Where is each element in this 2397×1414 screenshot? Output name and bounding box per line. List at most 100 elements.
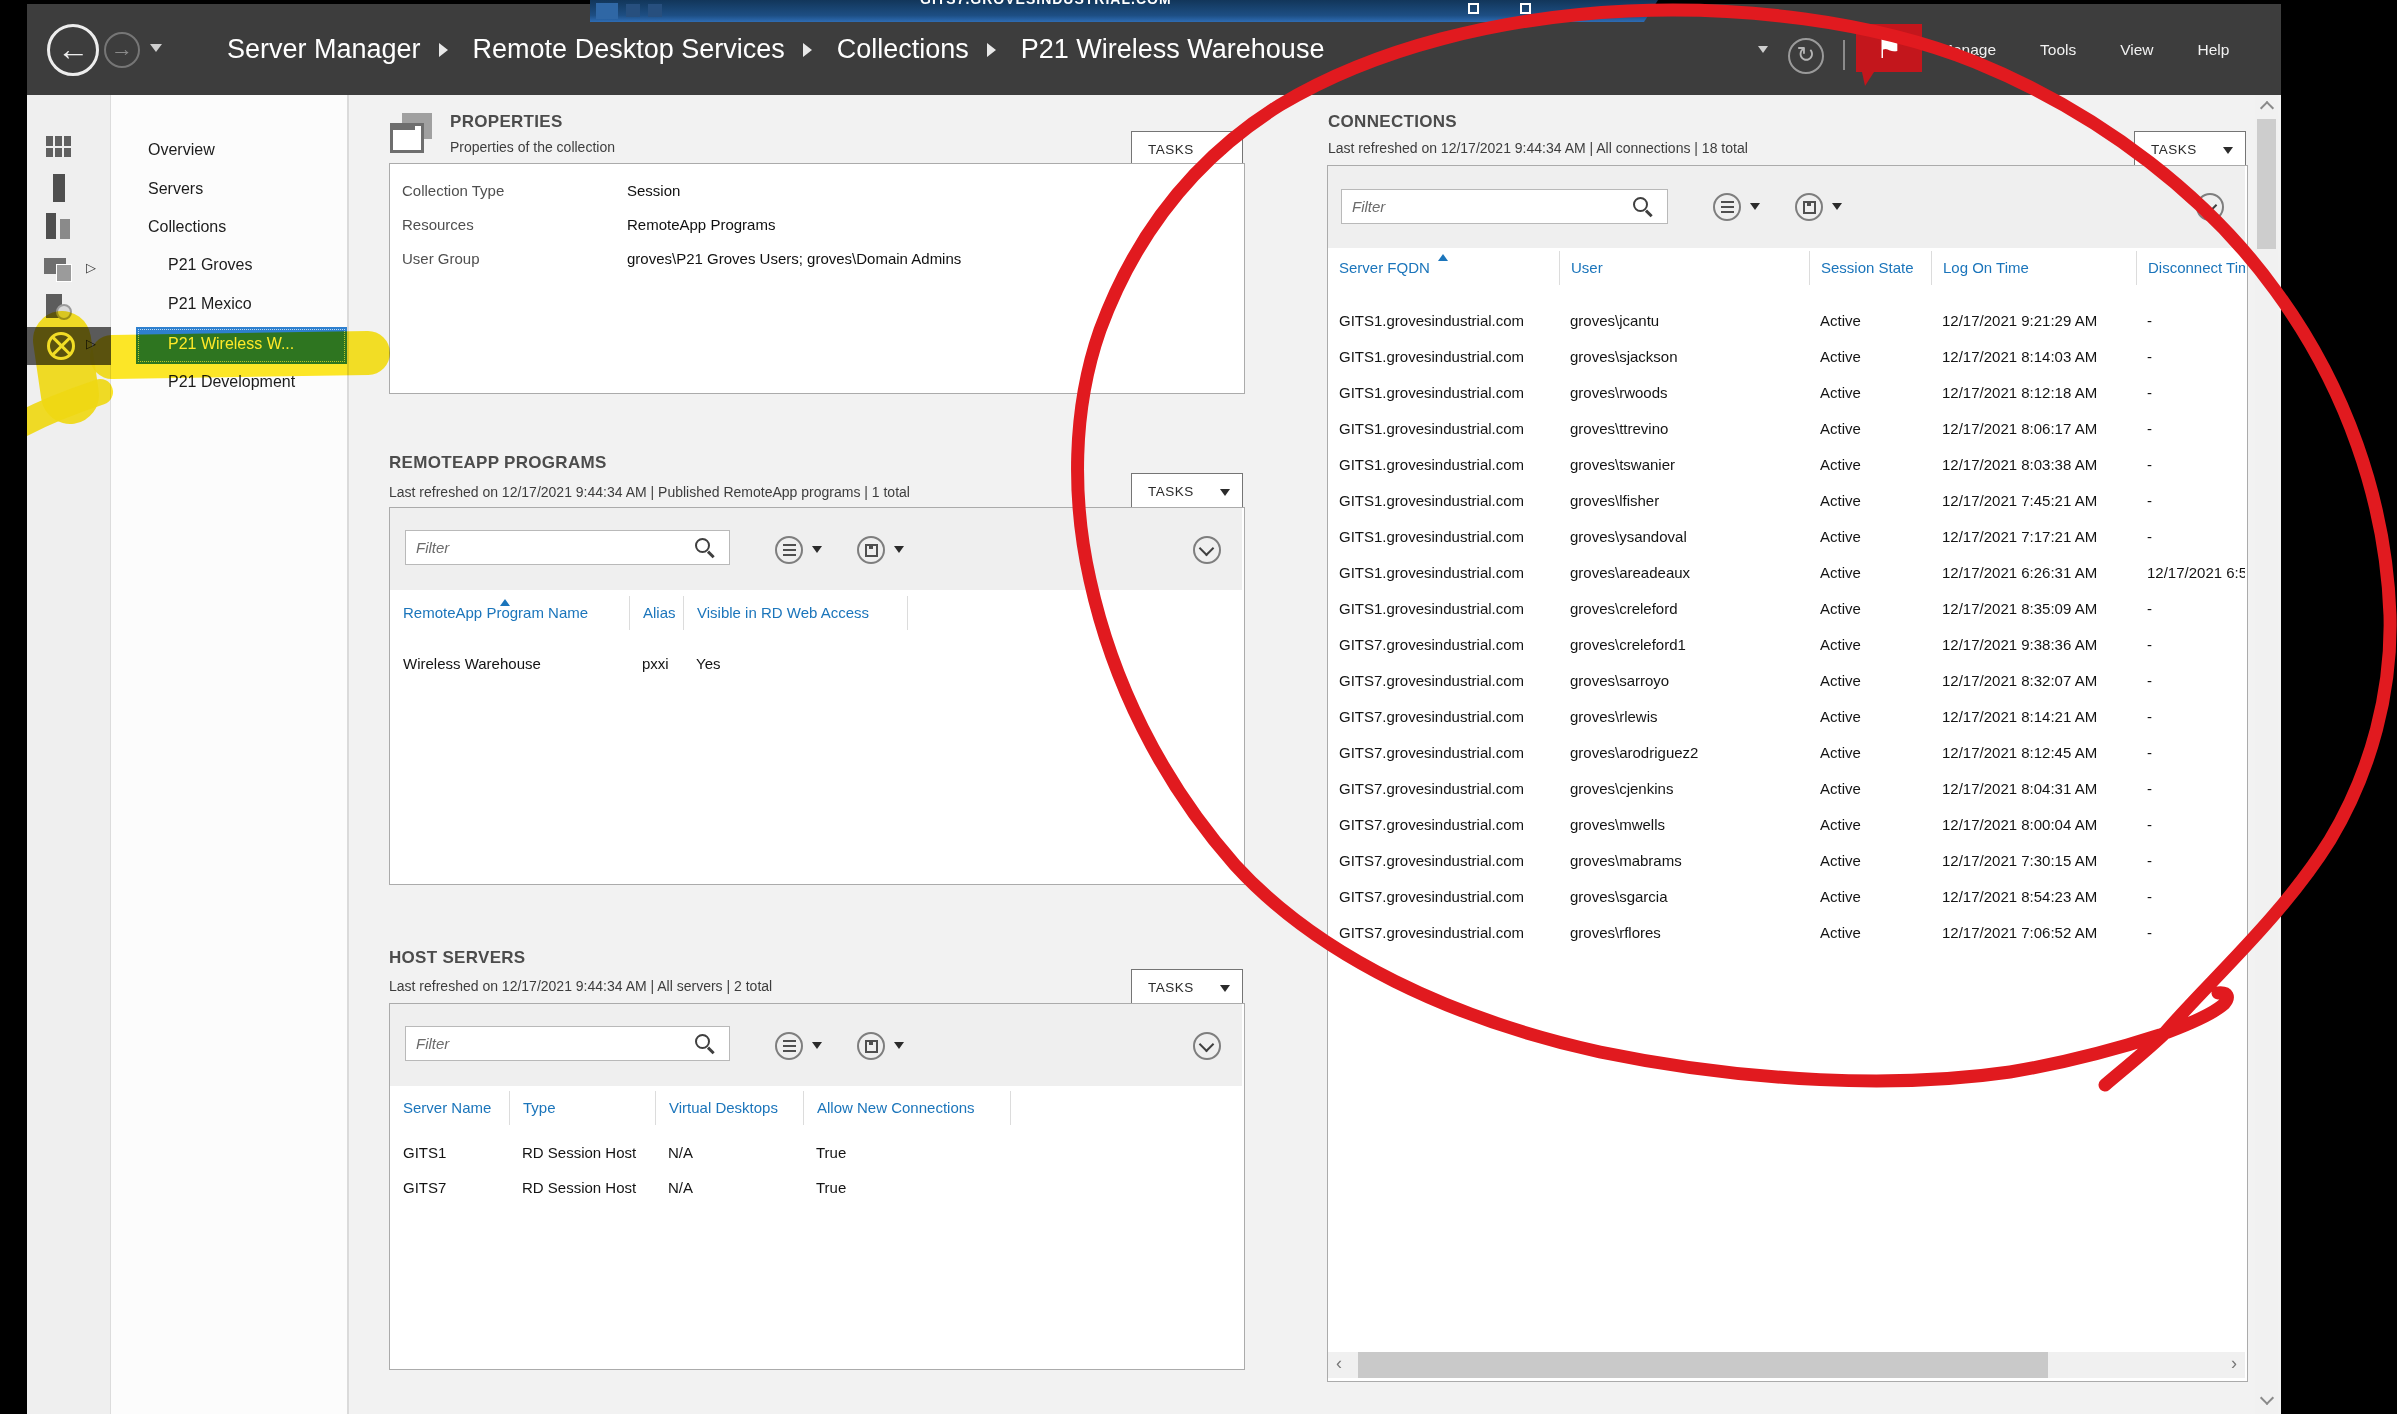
remoteapp-collapse-button[interactable] <box>1193 536 1221 564</box>
list-view-caret-icon[interactable] <box>812 1042 822 1054</box>
column-header[interactable]: Server Name <box>390 1091 509 1125</box>
restore-icon[interactable] <box>1468 3 1479 14</box>
export-caret-icon[interactable] <box>894 546 904 558</box>
cell-logon-time: 12/17/2021 8:00:04 AM <box>1931 816 2136 833</box>
hosts-collapse-button[interactable] <box>1193 1032 1221 1060</box>
table-row[interactable]: GITS1 RD Session Host N/A True <box>390 1135 1242 1170</box>
scroll-left-arrow-icon[interactable]: ‹ <box>1336 1353 1342 1374</box>
connections-hscrollbar[interactable]: ‹ › <box>1328 1352 2245 1378</box>
table-row[interactable]: GITS7.grovesindustrial.com groves\crelef… <box>1328 626 2245 662</box>
connections-filter-input[interactable] <box>1341 189 1668 224</box>
hosts-filter-input[interactable] <box>405 1026 730 1061</box>
breadcrumb-item[interactable]: Remote Desktop Services <box>473 34 785 65</box>
table-row[interactable]: GITS7.grovesindustrial.com groves\mwells… <box>1328 806 2245 842</box>
forward-button[interactable]: → <box>104 32 140 68</box>
table-row[interactable]: GITS1.grovesindustrial.com groves\rwoods… <box>1328 374 2245 410</box>
back-button[interactable]: ← <box>47 24 99 76</box>
column-header[interactable]: User <box>1559 251 1809 285</box>
remoteapp-export-button[interactable] <box>857 536 885 564</box>
scroll-right-arrow-icon[interactable]: › <box>2231 1353 2237 1374</box>
column-header[interactable]: Log On Time <box>1931 251 2136 285</box>
cell-user: groves\areadeaux <box>1559 564 1809 581</box>
table-row[interactable]: GITS7.grovesindustrial.com groves\sgarci… <box>1328 878 2245 914</box>
expander-icon[interactable]: ▷ <box>86 260 96 275</box>
connections-export-button[interactable] <box>1795 193 1823 221</box>
table-row[interactable]: GITS1.grovesindustrial.com groves\areade… <box>1328 554 2245 590</box>
column-header[interactable]: Alias <box>629 596 683 630</box>
hosts-tasks-button[interactable]: TASKS <box>1131 969 1243 1006</box>
table-row[interactable]: GITS7.grovesindustrial.com groves\mabram… <box>1328 842 2245 878</box>
tasks-caret-icon <box>1220 985 1230 997</box>
scroll-up-arrow-icon[interactable] <box>2260 101 2274 115</box>
column-header[interactable]: Visible in RD Web Access <box>683 596 907 630</box>
sidebar-item-overview[interactable]: Overview <box>148 141 215 159</box>
nav-dropdown-caret-icon[interactable] <box>150 44 162 58</box>
column-header[interactable]: Type <box>509 1091 655 1125</box>
connections-tasks-button[interactable]: TASKS <box>2134 131 2246 168</box>
cell-server-fqdn: GITS7.grovesindustrial.com <box>1328 888 1559 905</box>
column-header[interactable]: Virtual Desktops <box>655 1091 803 1125</box>
list-view-caret-icon[interactable] <box>812 546 822 558</box>
table-row[interactable]: GITS7.grovesindustrial.com groves\rlewis… <box>1328 698 2245 734</box>
table-row[interactable]: GITS1.grovesindustrial.com groves\lfishe… <box>1328 482 2245 518</box>
column-header[interactable]: Session State <box>1809 251 1931 285</box>
refresh-button[interactable]: ↻ <box>1788 38 1824 74</box>
table-row[interactable]: GITS7.grovesindustrial.com groves\arodri… <box>1328 734 2245 770</box>
sidebar-item-servers[interactable]: Servers <box>148 180 203 198</box>
table-row[interactable]: GITS1.grovesindustrial.com groves\sjacks… <box>1328 338 2245 374</box>
connections-list-view-button[interactable] <box>1713 193 1741 221</box>
table-row[interactable]: Wireless Warehouse pxxi Yes <box>390 645 1242 681</box>
remoteapp-filter-input[interactable] <box>405 530 730 565</box>
sidebar-item-collections[interactable]: Collections <box>148 218 226 236</box>
table-row[interactable]: GITS1.grovesindustrial.com groves\ysando… <box>1328 518 2245 554</box>
remoteapp-list-view-button[interactable] <box>775 536 803 564</box>
table-row[interactable]: GITS1.grovesindustrial.com groves\ttrevi… <box>1328 410 2245 446</box>
window-vscrollbar[interactable] <box>2255 95 2278 1414</box>
hosts-title: HOST SERVERS <box>389 948 526 968</box>
table-row[interactable]: GITS1.grovesindustrial.com groves\crelef… <box>1328 590 2245 626</box>
sidebar-item-p21-wireless-selected[interactable]: P21 Wireless W... <box>136 327 347 364</box>
dashboard-icon[interactable] <box>46 136 71 157</box>
menu-tools[interactable]: Tools <box>2040 41 2076 59</box>
minimize-icon[interactable] <box>1520 3 1531 14</box>
header-dropdown-caret-icon[interactable] <box>1758 46 1768 58</box>
table-row[interactable]: GITS7.grovesindustrial.com groves\cjenki… <box>1328 770 2245 806</box>
cell-virtual-desktops: N/A <box>655 1179 803 1196</box>
breadcrumb-item[interactable]: P21 Wireless Warehouse <box>1021 34 1325 65</box>
vscroll-thumb[interactable] <box>2257 119 2276 249</box>
all-servers-icon[interactable] <box>46 213 72 239</box>
connections-collapse-button[interactable] <box>2196 193 2224 221</box>
sidebar-item-p21-groves[interactable]: P21 Groves <box>168 256 252 274</box>
hosts-export-button[interactable] <box>857 1032 885 1060</box>
menu-help[interactable]: Help <box>2198 41 2230 59</box>
export-caret-icon[interactable] <box>894 1042 904 1054</box>
notification-flag-button[interactable]: ⚑ <box>1856 24 1922 72</box>
iis-icon[interactable] <box>46 294 72 320</box>
file-storage-services-icon[interactable] <box>44 256 72 282</box>
hosts-list-view-button[interactable] <box>775 1032 803 1060</box>
table-row[interactable]: GITS7.grovesindustrial.com groves\rflore… <box>1328 914 2245 950</box>
hscroll-thumb[interactable] <box>1358 1352 2048 1378</box>
sidebar-item-p21-mexico[interactable]: P21 Mexico <box>168 295 252 313</box>
sidebar-selected-row[interactable]: ▷ <box>27 327 111 365</box>
table-row[interactable]: GITS7 RD Session Host N/A True <box>390 1170 1242 1205</box>
expander-icon[interactable]: ▷ <box>86 336 96 351</box>
remoteapp-tasks-button[interactable]: TASKS <box>1131 473 1243 510</box>
table-row[interactable]: GITS7.grovesindustrial.com groves\sarroy… <box>1328 662 2245 698</box>
export-caret-icon[interactable] <box>1832 203 1842 215</box>
table-row[interactable]: GITS1.grovesindustrial.com groves\jcantu… <box>1328 302 2245 338</box>
table-row[interactable]: GITS1.grovesindustrial.com groves\tswani… <box>1328 446 2245 482</box>
connections-table-body: GITS1.grovesindustrial.com groves\jcantu… <box>1328 302 2245 950</box>
column-header[interactable]: Allow New Connections <box>803 1091 1010 1125</box>
menu-manage[interactable]: Manage <box>1940 41 1996 59</box>
breadcrumb-item[interactable]: Collections <box>837 34 969 65</box>
breadcrumb-item[interactable]: Server Manager <box>227 34 421 65</box>
column-header[interactable]: Disconnect Time <box>2136 251 2245 285</box>
column-header[interactable]: Server FQDN <box>1328 251 1559 285</box>
column-header[interactable]: RemoteApp Program Name <box>390 596 629 630</box>
menu-view[interactable]: View <box>2120 41 2153 59</box>
scroll-down-arrow-icon[interactable] <box>2260 1391 2274 1405</box>
local-server-icon[interactable] <box>53 174 65 202</box>
list-view-caret-icon[interactable] <box>1750 203 1760 215</box>
sidebar-item-p21-development[interactable]: P21 Development <box>168 373 295 391</box>
